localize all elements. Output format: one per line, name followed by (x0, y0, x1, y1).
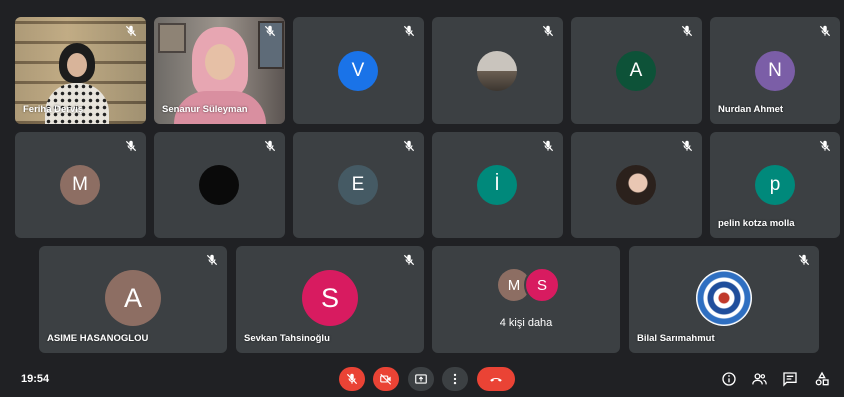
avatar: E (338, 165, 378, 205)
participant-tile[interactable] (154, 132, 285, 238)
participant-name: Sevkan Tahsinoğlu (244, 333, 330, 344)
mic-off-icon (206, 254, 218, 266)
avatar-photo (477, 51, 517, 91)
avatar: A (616, 51, 656, 91)
participant-tile[interactable]: E (293, 132, 424, 238)
participant-tile[interactable]: V (293, 17, 424, 124)
participant-name: Bilal Sarımahmut (637, 333, 715, 344)
avatar-photo (616, 165, 656, 205)
video-off-icon (380, 373, 392, 385)
participant-tile[interactable]: Senanur Süleyman (154, 17, 285, 124)
mic-off-icon (125, 25, 137, 37)
mic-off-icon (403, 140, 415, 152)
people-button[interactable] (749, 369, 769, 389)
activities-icon (815, 371, 829, 386)
mic-off-icon (403, 254, 415, 266)
avatar: N (755, 51, 795, 91)
hangup-icon (490, 377, 502, 382)
mic-off-icon (542, 25, 554, 37)
avatar-photo (696, 270, 752, 326)
mic-off-icon (264, 140, 276, 152)
avatar: İ (477, 165, 517, 205)
participant-tile[interactable]: p pelin kotza molla (710, 132, 840, 238)
top-strip (0, 0, 844, 7)
participant-tile[interactable] (432, 17, 563, 124)
mic-off-icon (819, 140, 831, 152)
meeting-details-button[interactable] (719, 369, 739, 389)
avatar: S (524, 267, 560, 303)
present-button[interactable] (408, 367, 434, 391)
participant-name: Nurdan Ahmet (718, 104, 784, 115)
avatar: p (755, 165, 795, 205)
mic-off-icon (681, 25, 693, 37)
mic-off-icon (819, 25, 831, 37)
mic-off-icon (125, 140, 137, 152)
mic-off-icon (403, 25, 415, 37)
participant-tile[interactable]: M (15, 132, 146, 238)
avatar: A (105, 270, 161, 326)
more-participants-label: 4 kişi daha (499, 317, 553, 329)
avatar: M (60, 165, 100, 205)
meeting-clock: 19:54 (21, 373, 50, 385)
mic-off-icon (346, 373, 358, 385)
avatar-photo (199, 165, 239, 205)
participant-tile[interactable]: İ (432, 132, 563, 238)
info-icon (722, 372, 736, 386)
avatar: V (338, 51, 378, 91)
chat-icon (783, 372, 797, 387)
leave-call-button[interactable] (477, 367, 515, 391)
control-bar: 19:54 (0, 361, 844, 397)
participant-tile[interactable]: Bilal Sarımahmut (629, 246, 819, 353)
mic-off-icon (542, 140, 554, 152)
more-icon (453, 373, 457, 385)
participant-tile[interactable]: Feriha Derviş (15, 17, 146, 124)
people-icon (751, 373, 767, 385)
camera-toggle-button[interactable] (373, 367, 399, 391)
present-icon (415, 374, 427, 384)
person-face (205, 44, 235, 80)
participant-name: pelin kotza molla (718, 218, 795, 229)
mic-off-icon (264, 25, 276, 37)
participant-tile[interactable] (571, 132, 702, 238)
chat-button[interactable] (780, 369, 800, 389)
participant-tile[interactable]: S Sevkan Tahsinoğlu (236, 246, 424, 353)
participant-name: ASIME HASANOGLOU (47, 333, 149, 344)
participant-tile[interactable]: A (571, 17, 702, 124)
mic-toggle-button[interactable] (339, 367, 365, 391)
wall-frame (158, 23, 186, 53)
mic-off-icon (681, 140, 693, 152)
more-participants-tile[interactable]: M S 4 kişi daha (432, 246, 620, 353)
activities-button[interactable] (812, 369, 832, 389)
participant-name: Senanur Süleyman (162, 104, 248, 115)
person-face (67, 53, 87, 77)
avatar: S (302, 270, 358, 326)
participant-name: Feriha Derviş (23, 104, 84, 115)
more-options-button[interactable] (442, 367, 468, 391)
participant-tile[interactable]: A ASIME HASANOGLOU (39, 246, 227, 353)
participant-tile[interactable]: N Nurdan Ahmet (710, 17, 840, 124)
mic-off-icon (798, 254, 810, 266)
